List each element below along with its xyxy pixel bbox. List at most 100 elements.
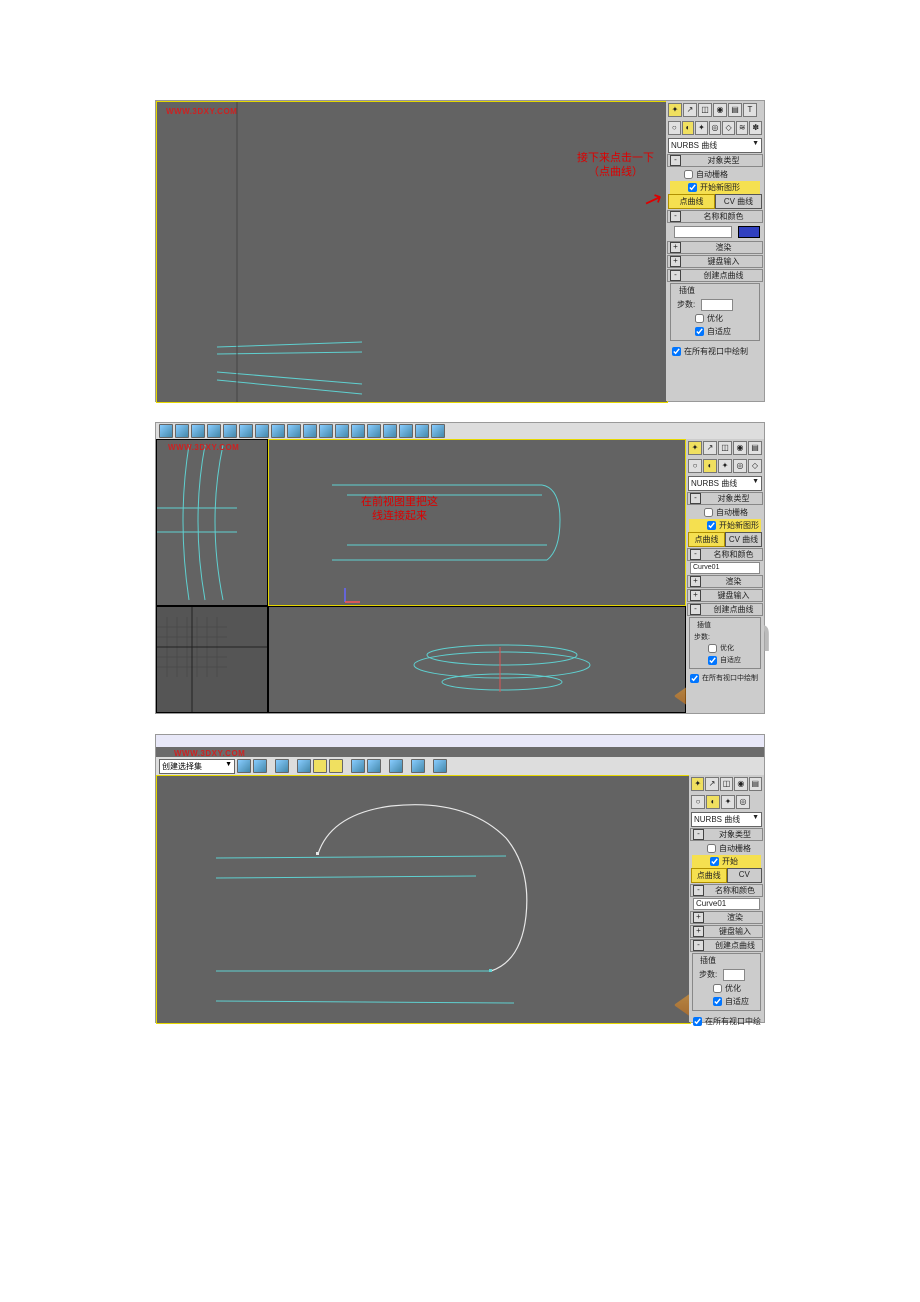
rollout-render[interactable]: +渲染 [687,575,763,588]
lights-cat-icon[interactable]: ✦ [721,795,735,809]
geometry-cat-icon[interactable]: ○ [688,459,702,473]
viewport-front[interactable] [268,439,686,606]
toolbar-icon[interactable] [175,424,189,438]
space-warp-cat-icon[interactable]: ≋ [736,121,749,135]
subcategory-dropdown[interactable]: NURBS 曲线▼ [691,812,762,827]
shapes-cat-icon[interactable]: ◐ [682,121,695,135]
viewport-front[interactable] [156,775,691,1024]
cameras-cat-icon[interactable]: ◎ [736,795,750,809]
modify-tab-icon[interactable]: ↗ [705,777,718,791]
selection-set-dropdown[interactable]: 创建选择集▼ [159,759,235,774]
toolbar-icon[interactable] [367,424,381,438]
adaptive-checkbox[interactable]: 自适应 [695,995,758,1008]
motion-tab-icon[interactable]: ◉ [733,441,747,455]
optimize-checkbox[interactable]: 优化 [673,312,757,325]
startshape-checkbox[interactable]: 开始 [692,855,761,868]
viewport-bottom-left[interactable] [156,606,268,713]
adaptive-checkbox[interactable]: 自适应 [692,654,758,666]
subcategory-dropdown[interactable]: NURBS 曲线▼ [688,476,762,491]
rollout-create-point[interactable]: -创建点曲线 [687,603,763,616]
toolbar-icon[interactable] [223,424,237,438]
rollout-object-type[interactable]: -对象类型 [690,828,763,841]
create-tab-icon[interactable]: ✦ [668,103,682,117]
utilities-tab-icon[interactable]: T [743,103,757,117]
create-tab-icon[interactable]: ✦ [691,777,704,791]
steps-spinner[interactable] [723,969,745,981]
display-tab-icon[interactable]: ▤ [748,441,762,455]
point-curve-button[interactable]: 点曲线 [691,868,727,883]
cameras-cat-icon[interactable]: ◎ [709,121,722,135]
all-viewports-checkbox[interactable]: 在所有视口中绘制 [666,345,764,358]
motion-tab-icon[interactable]: ◉ [713,103,727,117]
hierarchy-tab-icon[interactable]: ◫ [698,103,712,117]
rollout-object-type[interactable]: -对象类型 [667,154,763,167]
rollout-render[interactable]: +渲染 [667,241,763,254]
optimize-checkbox[interactable]: 优化 [695,982,758,995]
autogrid-checkbox[interactable]: 自动栅格 [686,506,764,519]
shapes-cat-icon[interactable]: ◐ [703,459,717,473]
geometry-cat-icon[interactable]: ○ [691,795,705,809]
rollout-name-color[interactable]: -名称和颜色 [687,548,763,561]
startshape-checkbox[interactable]: 开始新图形 [689,519,761,532]
cameras-cat-icon[interactable]: ◎ [733,459,747,473]
lights-cat-icon[interactable]: ✦ [695,121,708,135]
toolbar-icon[interactable] [367,759,381,773]
cv-curve-button[interactable]: CV 曲线 [725,532,762,547]
toolbar-icon[interactable] [253,759,267,773]
rollout-name-color[interactable]: -名称和颜色 [690,884,763,897]
shapes-cat-icon[interactable]: ◐ [706,795,720,809]
toolbar-icon[interactable] [207,424,221,438]
color-swatch[interactable] [738,226,760,238]
object-name-input[interactable]: Curve01 [693,898,760,910]
toolbar-icon[interactable] [351,759,365,773]
toolbar-icon[interactable] [297,759,311,773]
toolbar-icon[interactable] [415,424,429,438]
rollout-keyboard[interactable]: +键盘输入 [667,255,763,268]
steps-spinner[interactable] [701,299,733,311]
startshape-checkbox[interactable]: 开始新图形 [670,181,760,194]
motion-tab-icon[interactable]: ◉ [734,777,747,791]
display-tab-icon[interactable]: ▤ [728,103,742,117]
optimize-checkbox[interactable]: 优化 [692,642,758,654]
toolbar-icon[interactable] [275,759,289,773]
toolbar-icon[interactable] [329,759,343,773]
rollout-render[interactable]: +渲染 [690,911,763,924]
all-viewports-checkbox[interactable]: 在所有视口中绘制 [686,672,764,684]
toolbar-icon[interactable] [255,424,269,438]
toolbar-icon[interactable] [159,424,173,438]
toolbar-icon[interactable] [335,424,349,438]
viewport-perspective-2[interactable] [268,606,686,713]
lights-cat-icon[interactable]: ✦ [718,459,732,473]
autogrid-checkbox[interactable]: 自动栅格 [689,842,764,855]
toolbar-icon[interactable] [351,424,365,438]
autogrid-checkbox[interactable]: 自动栅格 [666,168,764,181]
viewport-perspective[interactable] [156,101,668,403]
all-viewports-checkbox[interactable]: 在所有视口中绘 [689,1015,764,1028]
toolbar-icon[interactable] [303,424,317,438]
modify-tab-icon[interactable]: ↗ [703,441,717,455]
rollout-name-color[interactable]: -名称和颜色 [667,210,763,223]
hierarchy-tab-icon[interactable]: ◫ [720,777,733,791]
cv-curve-button[interactable]: CV [727,868,763,883]
viewport-top-left[interactable] [156,439,268,606]
toolbar-icon[interactable] [399,424,413,438]
object-name-input[interactable] [674,226,732,238]
display-tab-icon[interactable]: ▤ [749,777,762,791]
toolbar-icon[interactable] [431,424,445,438]
toolbar-icon[interactable] [237,759,251,773]
modify-tab-icon[interactable]: ↗ [683,103,697,117]
subcategory-dropdown[interactable]: NURBS 曲线▼ [668,138,762,153]
toolbar-icon[interactable] [411,759,425,773]
helpers-cat-icon[interactable]: ◇ [748,459,762,473]
point-curve-button[interactable]: 点曲线 [668,194,715,209]
hierarchy-tab-icon[interactable]: ◫ [718,441,732,455]
toolbar-icon[interactable] [389,759,403,773]
rollout-keyboard[interactable]: +键盘输入 [687,589,763,602]
create-tab-icon[interactable]: ✦ [688,441,702,455]
rollout-keyboard[interactable]: +键盘输入 [690,925,763,938]
toolbar-icon[interactable] [433,759,447,773]
toolbar-icon[interactable] [313,759,327,773]
helpers-cat-icon[interactable]: ◇ [722,121,735,135]
toolbar-icon[interactable] [191,424,205,438]
toolbar-icon[interactable] [271,424,285,438]
